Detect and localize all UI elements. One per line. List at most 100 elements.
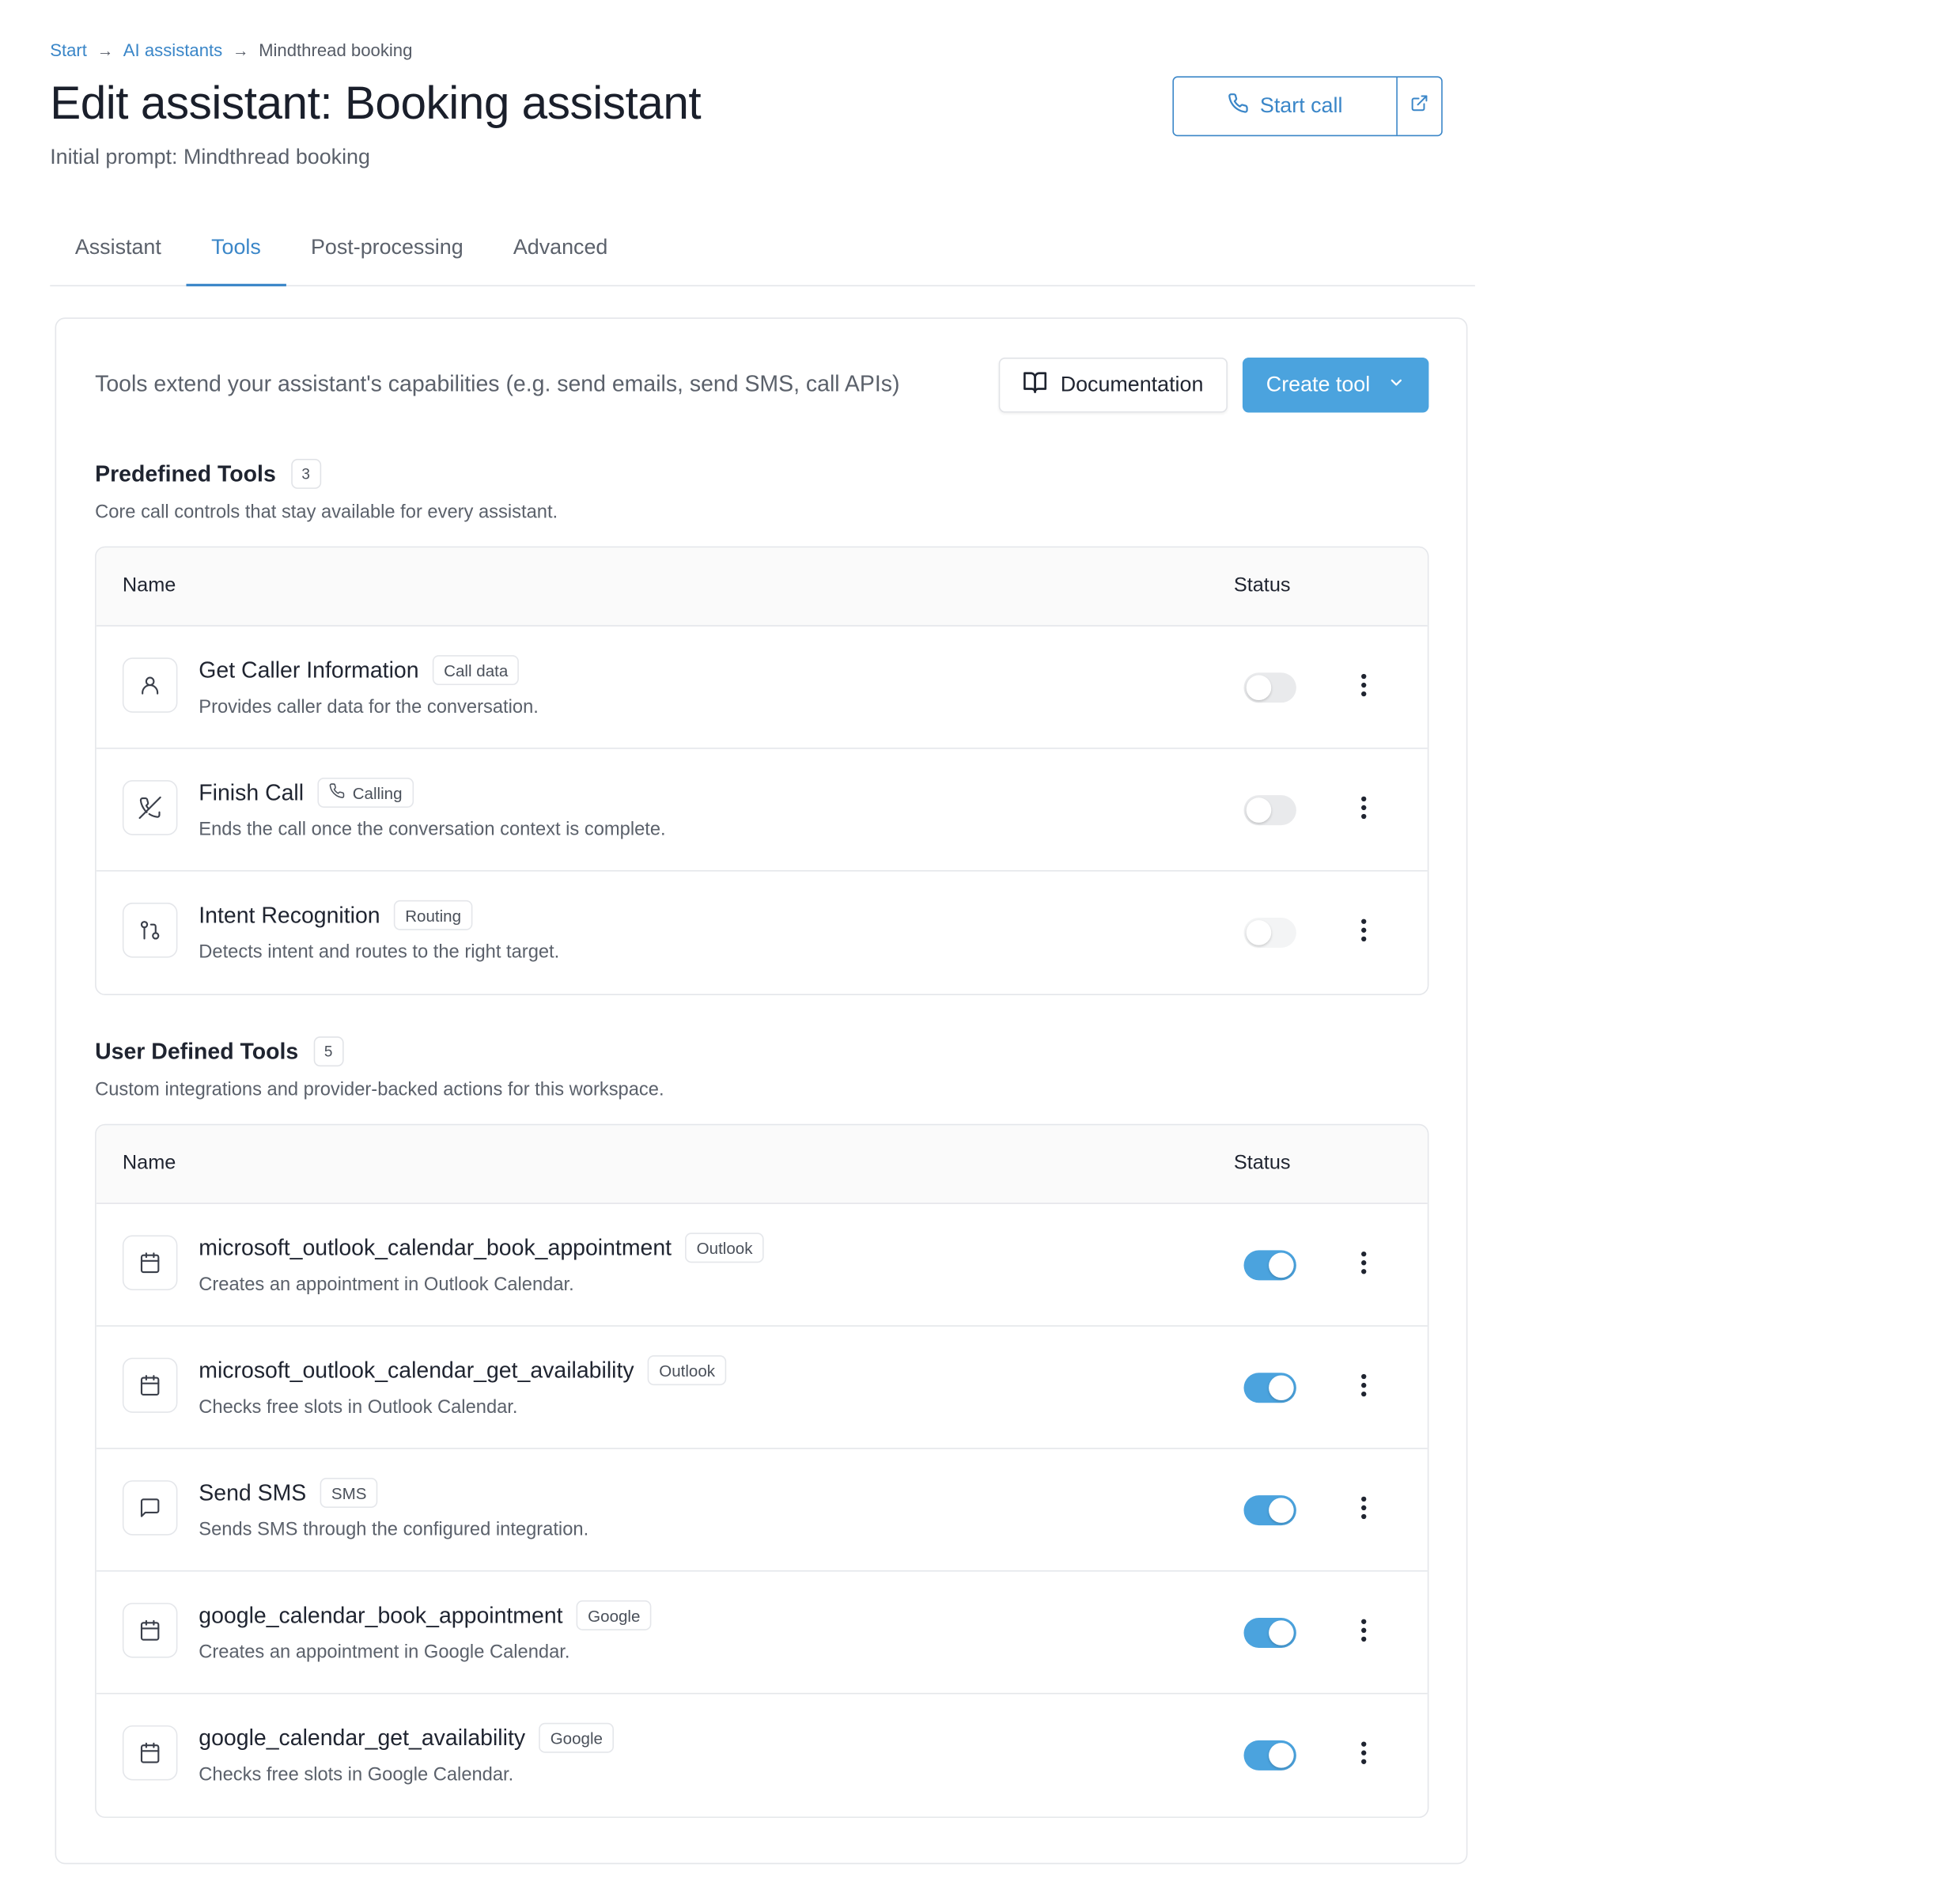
tool-tag: Call data <box>432 655 520 686</box>
tool-row-finish-call[interactable]: Finish Call Calling Ends the call once the… <box>96 749 1428 872</box>
tool-tag: Outlook <box>685 1233 764 1263</box>
toggle-knob <box>1269 1743 1294 1768</box>
user-defined-tools-title: User Defined Tools 5 <box>95 1036 344 1067</box>
predefined-tools-description: Core call controls that stay available f… <box>95 501 558 523</box>
status-toggle[interactable] <box>1243 918 1296 948</box>
tab-tools[interactable]: Tools <box>186 220 286 286</box>
status-toggle[interactable] <box>1243 1250 1296 1281</box>
phone-icon <box>329 782 346 802</box>
chevron-down-icon <box>1387 373 1405 398</box>
tool-row-google-calendar-get-availability[interactable]: google_calendar_get_availability Google Ch… <box>96 1694 1428 1816</box>
more-options-button[interactable] <box>1351 1247 1376 1284</box>
calendar-icon <box>122 1358 178 1413</box>
tool-name: google_calendar_get_availability <box>199 1725 526 1750</box>
tool-tag: Routing <box>393 899 473 930</box>
tool-tag: Outlook <box>647 1355 727 1386</box>
predefined-tools-count: 3 <box>290 459 321 489</box>
more-options-button[interactable] <box>1351 914 1376 951</box>
more-vertical-icon <box>1360 1617 1367 1649</box>
status-toggle[interactable] <box>1243 1740 1296 1770</box>
create-tool-label: Create tool <box>1266 372 1371 396</box>
user-defined-tools-table: Name Status microsoft_outlook_calendar_boo… <box>95 1123 1429 1818</box>
panel-description: Tools extend your assistant's capabiliti… <box>95 371 900 396</box>
tool-tag: Google <box>576 1600 652 1630</box>
more-options-button[interactable] <box>1351 1491 1376 1528</box>
status-toggle[interactable] <box>1243 795 1296 826</box>
predefined-tools-title: Predefined Tools 3 <box>95 459 321 489</box>
page-subtitle: Initial prompt: Mindthread booking <box>50 145 370 169</box>
external-link-icon <box>1410 94 1429 119</box>
tool-tag-label: Routing <box>405 905 462 925</box>
tool-tag: Calling <box>317 778 414 808</box>
more-options-button[interactable] <box>1351 791 1376 828</box>
status-toggle[interactable] <box>1243 1373 1296 1403</box>
more-vertical-icon <box>1360 1740 1367 1771</box>
tab-post-processing[interactable]: Post-processing <box>286 220 488 284</box>
calendar-icon <box>122 1603 178 1658</box>
user-defined-tools-description: Custom integrations and provider-backed … <box>95 1078 664 1100</box>
tool-description: Ends the call once the conversation cont… <box>199 819 666 841</box>
tool-tag-label: SMS <box>331 1483 367 1502</box>
more-options-button[interactable] <box>1351 669 1376 706</box>
tool-row-get-caller-information[interactable]: Get Caller Information Call data Provides … <box>96 627 1428 749</box>
tool-title-line: Get Caller Information Call data <box>199 655 520 686</box>
status-toggle[interactable] <box>1243 672 1296 703</box>
arrow-right-icon: → <box>96 40 114 60</box>
more-vertical-icon <box>1360 1372 1367 1403</box>
breadcrumb: Start → AI assistants → Mindthread booki… <box>50 40 412 60</box>
tool-tag-label: Call data <box>444 661 509 680</box>
toggle-knob <box>1269 1620 1294 1646</box>
toggle-knob <box>1269 1375 1294 1401</box>
open-external-button[interactable] <box>1398 78 1441 135</box>
start-call-button[interactable]: Start call <box>1174 77 1398 135</box>
tool-title-line: microsoft_outlook_calendar_book_appointm… <box>199 1233 764 1263</box>
tool-title-line: google_calendar_get_availability Google <box>199 1722 615 1753</box>
breadcrumb-start[interactable]: Start <box>50 40 87 60</box>
tool-tag: SMS <box>320 1478 378 1508</box>
documentation-button[interactable]: Documentation <box>998 357 1228 413</box>
book-open-icon <box>1023 369 1048 401</box>
more-options-button[interactable] <box>1351 1369 1376 1407</box>
start-call-label: Start call <box>1259 93 1343 118</box>
tool-tag: Google <box>539 1722 615 1753</box>
user-defined-tools-heading: User Defined Tools <box>95 1038 299 1064</box>
tool-description: Checks free slots in Outlook Calendar. <box>199 1396 518 1418</box>
more-options-button[interactable] <box>1351 1736 1376 1774</box>
tool-row-intent-recognition[interactable]: Intent Recognition Routing Detects intent … <box>96 872 1428 994</box>
breadcrumb-ai-assistants[interactable]: AI assistants <box>123 40 222 60</box>
more-options-button[interactable] <box>1351 1614 1376 1651</box>
more-vertical-icon <box>1360 1250 1367 1282</box>
create-tool-button[interactable]: Create tool <box>1242 357 1429 413</box>
status-toggle[interactable] <box>1243 1618 1296 1648</box>
phone-icon <box>1228 93 1249 120</box>
documentation-label: Documentation <box>1060 372 1204 396</box>
tool-tag-label: Google <box>588 1606 641 1625</box>
tool-name: microsoft_outlook_calendar_book_appointm… <box>199 1234 672 1260</box>
phone-off-icon <box>122 780 178 835</box>
arrow-right-icon: → <box>232 40 249 60</box>
more-vertical-icon <box>1360 672 1367 703</box>
tool-description: Provides caller data for the conversatio… <box>199 696 539 718</box>
tool-description: Creates an appointment in Google Calenda… <box>199 1642 570 1663</box>
tool-name: Intent Recognition <box>199 902 380 927</box>
tool-name: microsoft_outlook_calendar_get_availabil… <box>199 1357 634 1383</box>
status-toggle[interactable] <box>1243 1495 1296 1526</box>
tool-tag-label: Outlook <box>659 1361 716 1380</box>
toggle-knob <box>1269 1498 1294 1523</box>
tool-title-line: google_calendar_book_appointment Google <box>199 1600 652 1630</box>
page-title: Edit assistant: Booking assistant <box>50 77 702 129</box>
toggle-knob <box>1246 920 1272 945</box>
column-status: Status <box>1233 1153 1291 1174</box>
tool-description: Sends SMS through the configured integra… <box>199 1519 589 1541</box>
tool-row-google-calendar-book-appointment[interactable]: google_calendar_book_appointment Google Cr… <box>96 1572 1428 1695</box>
tool-row-send-sms[interactable]: Send SMS SMS Sends SMS through the configu… <box>96 1449 1428 1572</box>
tool-title-line: Finish Call Calling <box>199 778 414 808</box>
tab-advanced[interactable]: Advanced <box>488 220 633 284</box>
tool-title-line: microsoft_outlook_calendar_get_availabil… <box>199 1355 727 1386</box>
tool-row-microsoft-outlook-calendar-get-availability[interactable]: microsoft_outlook_calendar_get_availabil… <box>96 1327 1428 1449</box>
tab-assistant[interactable]: Assistant <box>50 220 186 284</box>
column-name: Name <box>122 574 176 596</box>
tool-name: google_calendar_book_appointment <box>199 1602 563 1627</box>
table-header: Name Status <box>96 547 1428 627</box>
tool-row-microsoft-outlook-calendar-book-appointment[interactable]: microsoft_outlook_calendar_book_appointm… <box>96 1204 1428 1327</box>
